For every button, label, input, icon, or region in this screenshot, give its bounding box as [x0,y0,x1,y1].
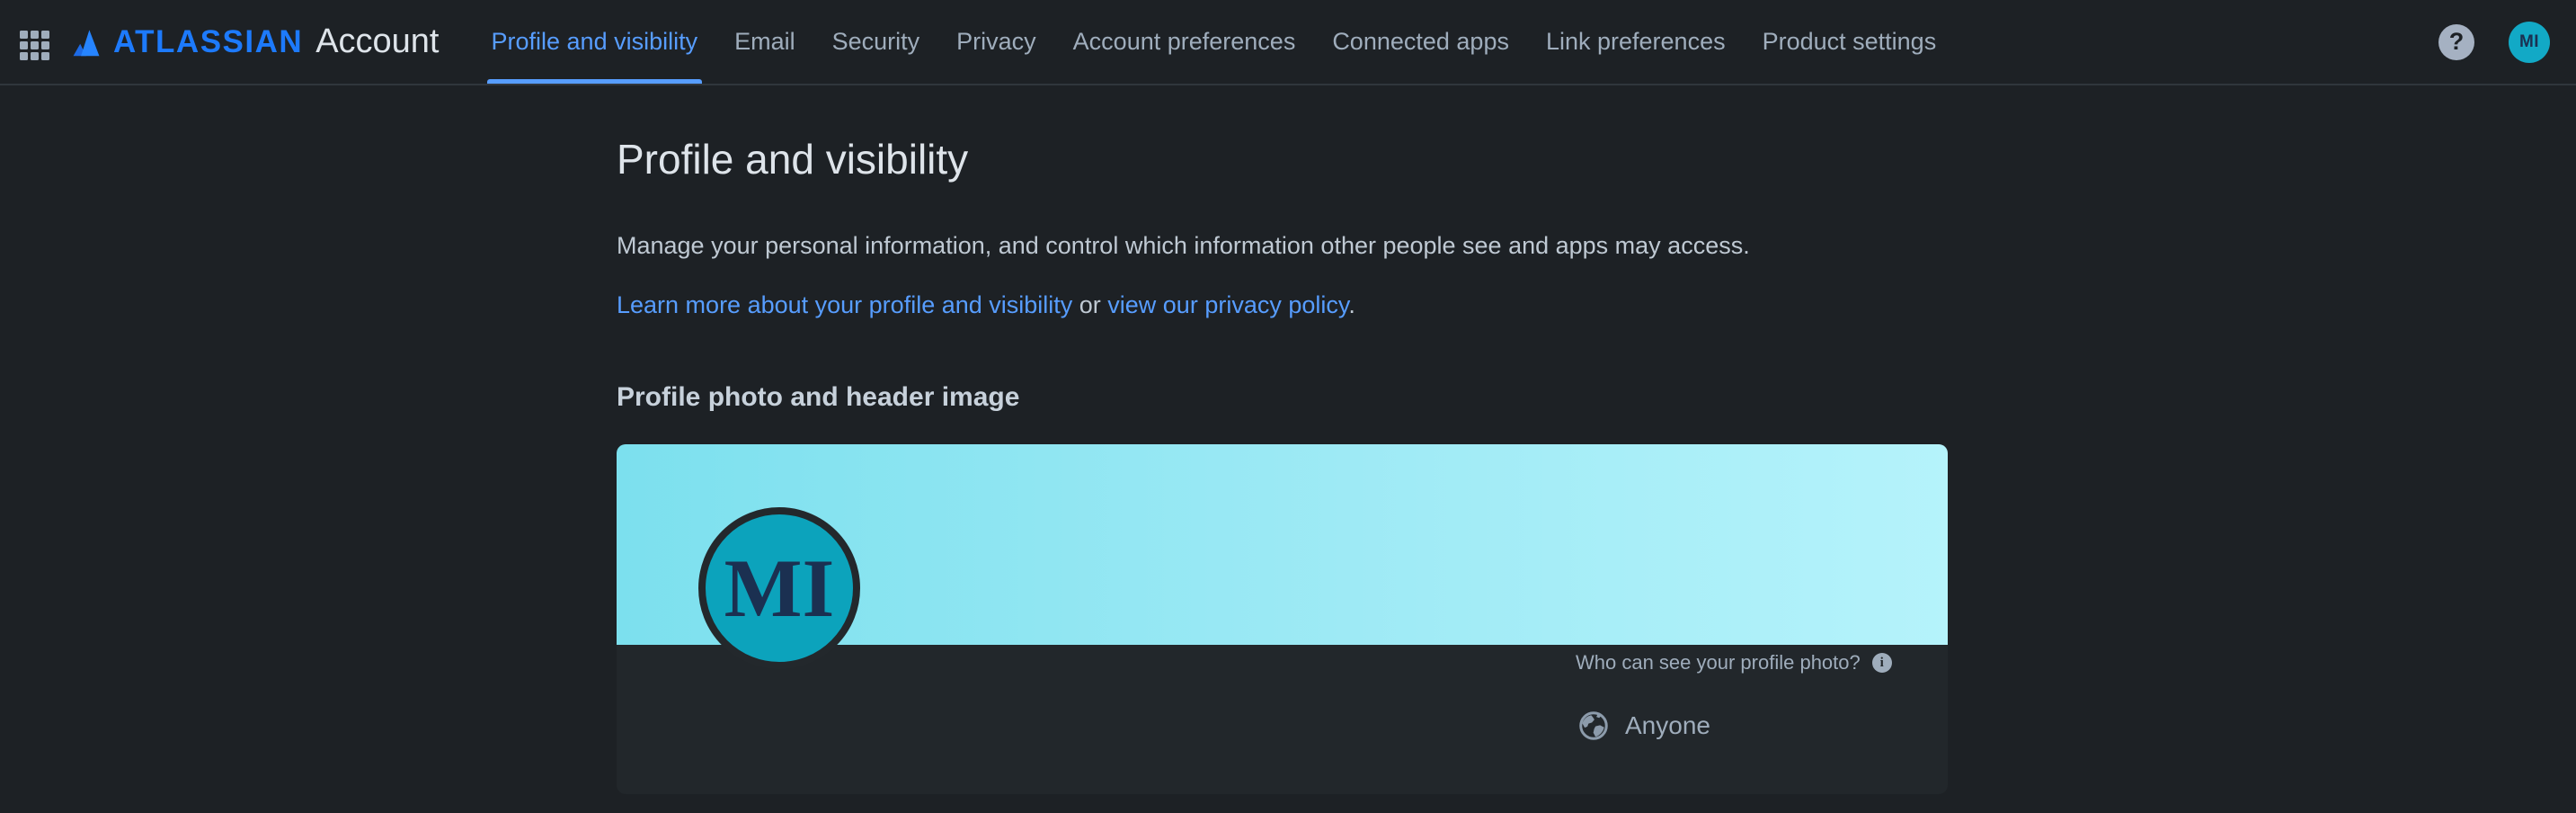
photo-card-footer: Who can see your profile photo? i Anyone [617,645,1948,794]
top-header: ATLASSIAN Account Profile and visibility… [0,0,2576,85]
help-icon[interactable]: ? [2438,24,2474,60]
main-content: Profile and visibility Manage your perso… [617,134,1948,794]
visibility-value-text: Anyone [1625,711,1710,740]
page-title: Profile and visibility [617,134,1948,184]
visibility-value-row[interactable]: Anyone [1577,710,1710,742]
privacy-policy-link[interactable]: view our privacy policy [1107,291,1348,318]
learn-more-link[interactable]: Learn more about your profile and visibi… [617,291,1072,318]
header-actions: ? MI [2438,0,2550,84]
link-connector: or [1072,291,1107,318]
brand-wordmark: ATLASSIAN [113,24,303,60]
user-avatar[interactable]: MI [2509,22,2550,63]
section-heading-profile-photo: Profile photo and header image [617,380,1948,415]
product-name: Account [315,22,439,61]
profile-photo-card: MI Who can see your profile photo? i Any… [617,444,1948,794]
tab-product-settings[interactable]: Product settings [1763,0,1937,84]
visibility-question-text: Who can see your profile photo? [1576,651,1861,675]
sentence-period: . [1348,291,1355,318]
info-icon[interactable]: i [1872,653,1892,673]
tab-privacy[interactable]: Privacy [956,0,1036,84]
intro-text: Manage your personal information, and co… [617,229,1948,262]
tab-email[interactable]: Email [734,0,795,84]
visibility-question-row: Who can see your profile photo? i [1576,651,1892,675]
atlassian-account-logo[interactable]: ATLASSIAN Account [70,0,440,84]
tab-connected-apps[interactable]: Connected apps [1332,0,1509,84]
primary-nav: Profile and visibility Email Security Pr… [492,0,1937,84]
atlassian-logo-icon [70,27,102,58]
links-line: Learn more about your profile and visibi… [617,289,1948,321]
grid-icon [15,23,53,61]
globe-icon [1577,710,1610,742]
tab-security[interactable]: Security [832,0,920,84]
tab-profile-and-visibility[interactable]: Profile and visibility [492,0,698,84]
app-switcher-button[interactable] [5,0,63,84]
tab-link-preferences[interactable]: Link preferences [1546,0,1726,84]
tab-account-preferences[interactable]: Account preferences [1073,0,1296,84]
